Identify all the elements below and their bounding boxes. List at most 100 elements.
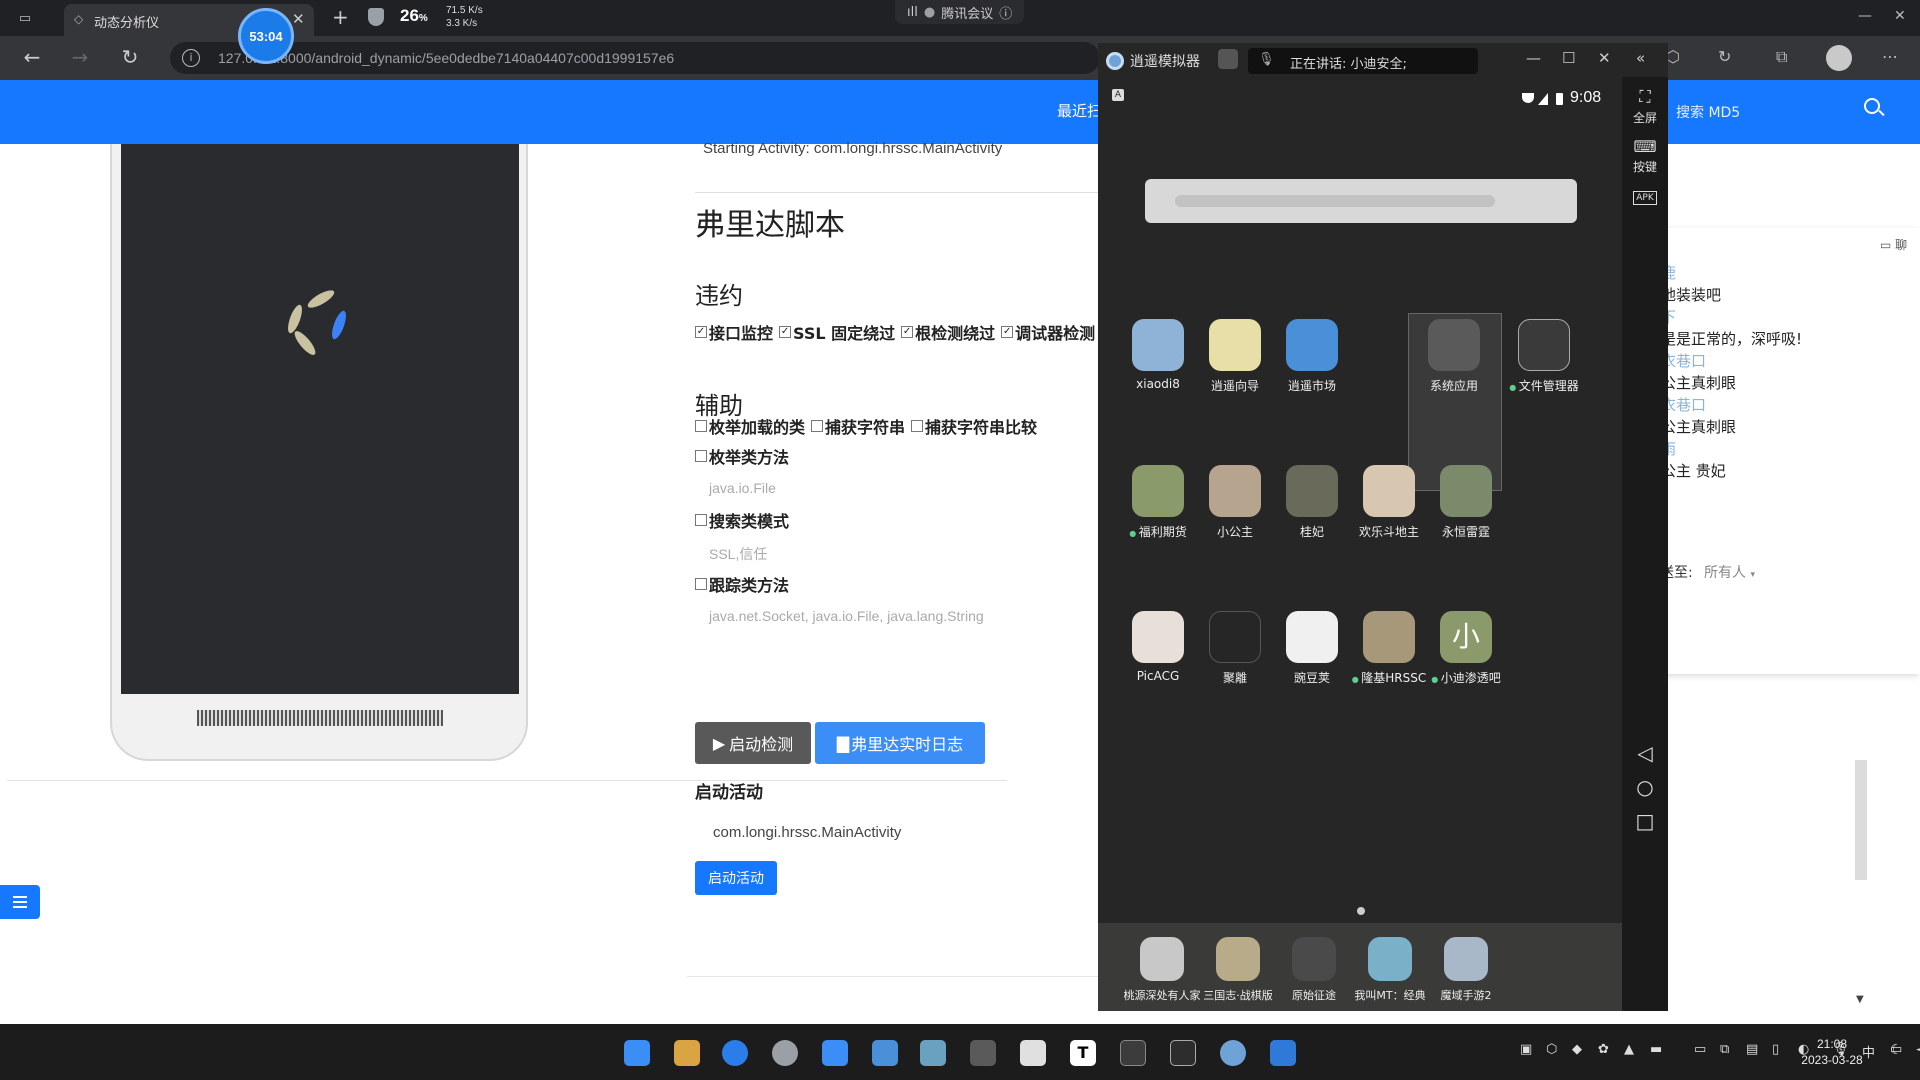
emulator-close-icon[interactable]: ✕ (1598, 49, 1611, 67)
record-icon[interactable] (1218, 49, 1238, 69)
back-nav-icon[interactable]: ◁ (1622, 741, 1668, 765)
checkbox-box[interactable] (695, 420, 707, 432)
checkbox-search-pattern[interactable]: 搜索类模式 (695, 508, 789, 532)
apk-button[interactable]: APK (1622, 189, 1668, 205)
app-file-manager[interactable]: 文件管理器 (1502, 319, 1586, 394)
checkbox-box[interactable] (695, 450, 707, 462)
dock-app[interactable]: 三国志·战棋版 (1196, 937, 1280, 1003)
tray-icon[interactable]: ⬡ (1546, 1042, 1557, 1057)
app-little-princess[interactable]: 小公主 (1193, 465, 1277, 540)
home-search-bar[interactable] (1145, 179, 1577, 223)
vscode-icon[interactable] (1270, 1040, 1296, 1066)
trace-methods-input[interactable]: java.net.Socket, java.io.File, java.lang… (709, 608, 984, 624)
address-bar[interactable]: i 127.0.0.1:8000/android_dynamic/5ee0ded… (170, 42, 1100, 74)
file-explorer-icon[interactable] (674, 1040, 700, 1066)
emulator-maximize-icon[interactable]: ☐ (1562, 49, 1575, 67)
recording-timer[interactable]: 53:04 (238, 8, 294, 64)
recents-nav-icon[interactable]: □ (1622, 809, 1668, 833)
app-system-apps[interactable]: 系统应用 (1412, 319, 1496, 394)
scroll-down-icon[interactable]: ▼ (1856, 994, 1864, 1005)
reload-icon[interactable]: ↻ (118, 45, 142, 69)
tray-icon[interactable]: ◆ (1572, 1042, 1582, 1057)
checkbox-enum-loaded-classes[interactable]: 枚举加载的类 (695, 414, 805, 438)
tray-icon[interactable]: ▯ (1772, 1042, 1779, 1057)
tray-icon[interactable]: ▤ (1746, 1042, 1758, 1057)
forward-icon[interactable]: → (68, 45, 92, 69)
chat-mode-icon[interactable]: ▭ (1880, 238, 1891, 252)
activity-input[interactable]: com.longi.hrssc.MainActivity (713, 824, 901, 841)
app-picacg[interactable]: PicACG (1116, 611, 1200, 683)
app-longi-hrssc[interactable]: 隆基HRSSC (1347, 611, 1431, 686)
tray-icon[interactable]: ▭ (1694, 1042, 1706, 1057)
checkbox-trace-methods[interactable]: 跟踪类方法 (695, 572, 789, 596)
enum-methods-input[interactable]: java.io.File (709, 480, 776, 496)
checkbox-debugger-detect[interactable]: ✓ 调试器检测 (1001, 320, 1095, 344)
checkbox-api-monitor[interactable]: ✓ 接口监控 (695, 320, 773, 344)
frida-live-log-button[interactable]: ▇ 弗里达实时日志 (815, 722, 985, 764)
site-info-icon[interactable]: i (182, 49, 200, 67)
app-welfare-futures[interactable]: 福利期货 (1116, 465, 1200, 540)
checkbox-box[interactable] (695, 578, 707, 590)
app-wandoujia[interactable]: 豌豆荚 (1270, 611, 1354, 686)
app-icon[interactable] (920, 1040, 946, 1066)
terminal-icon[interactable] (1120, 1040, 1146, 1066)
app-icon[interactable] (970, 1040, 996, 1066)
search-icon[interactable] (1864, 98, 1880, 114)
app-eternal-thunder[interactable]: 永恒雷霆 (1424, 465, 1508, 540)
collections-icon[interactable]: ⧉ (1776, 47, 1787, 67)
tray-icon[interactable]: ⧉ (1720, 1042, 1729, 1057)
app-xiaodi-pentest[interactable]: 小小迪渗透吧 (1424, 611, 1508, 686)
typora-icon[interactable]: T (1070, 1040, 1096, 1066)
tray-icon[interactable]: ▲ (1624, 1042, 1634, 1057)
app-icon[interactable] (822, 1040, 848, 1066)
search-md5-input[interactable]: 搜索 MD5 (1676, 102, 1740, 122)
emulator-minimize-icon[interactable]: — (1526, 49, 1541, 67)
notification-center-icon[interactable]: ☾ (1890, 1042, 1903, 1058)
taskbar-clock[interactable]: 21:08 2023-03-28 (1784, 1036, 1880, 1068)
extension-icon[interactable]: ⬡ (1666, 47, 1680, 66)
more-menu-icon[interactable]: ⋯ (1882, 47, 1898, 66)
window-icon[interactable] (1170, 1040, 1196, 1066)
start-icon[interactable] (624, 1040, 650, 1066)
refresh-extension-icon[interactable]: ↻ (1718, 47, 1731, 66)
tab-actions-icon[interactable]: ▭ (14, 8, 36, 28)
checkbox-checked-icon[interactable]: ✓ (901, 326, 914, 338)
checkbox-capture-strings[interactable]: 捕获字符串 (811, 414, 905, 438)
checkbox-checked-icon[interactable]: ✓ (779, 326, 792, 338)
checkbox-capture-string-compare[interactable]: 捕获字符串比较 (911, 414, 1037, 438)
emulator-taskbar-icon[interactable] (1220, 1040, 1246, 1066)
window-close-icon[interactable]: ✕ (1894, 8, 1906, 24)
checkbox-box[interactable] (811, 420, 824, 432)
dock-app[interactable]: 桃源深处有人家 (1120, 937, 1204, 1003)
app-gui-fei[interactable]: 桂妃 (1270, 465, 1354, 540)
app-xiaodi8[interactable]: xiaodi8 (1116, 319, 1200, 391)
app-ju-li[interactable]: 聚離 (1193, 611, 1277, 686)
checkbox-enum-methods[interactable]: 枚举类方法 (695, 444, 789, 468)
dock-app[interactable]: 原始征途 (1272, 937, 1356, 1003)
edge-icon[interactable] (722, 1040, 748, 1066)
window-minimize-icon[interactable]: — (1858, 8, 1872, 24)
page-scrollbar[interactable] (1855, 760, 1867, 880)
keys-button[interactable]: ⌨ 按键 (1622, 137, 1668, 175)
app-guide[interactable]: 逍遥向导 (1193, 319, 1277, 394)
start-activity-button[interactable]: 启动活动 (695, 861, 777, 895)
fullscreen-button[interactable]: ⛶ 全屏 (1622, 87, 1668, 126)
checkbox-box[interactable] (695, 514, 707, 526)
dock-app[interactable]: 魔域手游2 (1424, 937, 1508, 1003)
emulator-collapse-icon[interactable]: « (1636, 49, 1645, 67)
tray-icon[interactable]: ▣ (1520, 1042, 1532, 1057)
search-pattern-input[interactable]: SSL,信任 (709, 544, 767, 564)
dock-app[interactable]: 我叫MT：经典 (1348, 937, 1432, 1003)
new-tab-icon[interactable]: + (332, 5, 349, 29)
tray-icon[interactable]: ✿ (1598, 1042, 1609, 1057)
start-detect-button[interactable]: ▶ 启动检测 (695, 722, 811, 764)
checkbox-checked-icon[interactable]: ✓ (695, 326, 707, 338)
checkbox-checked-icon[interactable]: ✓ (1001, 326, 1014, 338)
app-landlord[interactable]: 欢乐斗地主 (1347, 465, 1431, 540)
back-icon[interactable]: ← (20, 45, 44, 69)
checkbox-box[interactable] (911, 420, 924, 432)
app-icon[interactable] (1020, 1040, 1046, 1066)
profile-avatar[interactable] (1826, 45, 1852, 71)
floating-menu-button[interactable] (0, 885, 40, 919)
tray-icon[interactable]: ▬ (1650, 1042, 1662, 1057)
